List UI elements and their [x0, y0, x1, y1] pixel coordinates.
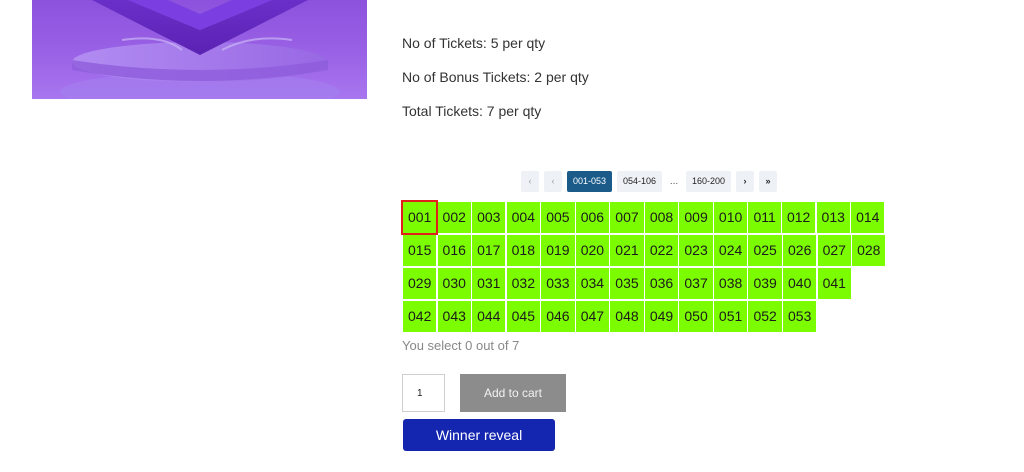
first-page-button[interactable]: ‹: [521, 171, 539, 192]
ticket-004[interactable]: 004: [506, 202, 540, 233]
selection-status: You select 0 out of 7: [402, 338, 520, 353]
page-range-054-106[interactable]: 054-106: [617, 171, 662, 192]
bonus-tickets-text: No of Bonus Tickets: 2 per qty: [402, 69, 589, 85]
ticket-023[interactable]: 023: [679, 235, 713, 266]
ticket-027[interactable]: 027: [817, 235, 851, 266]
product-graphic: [60, 0, 340, 99]
ticket-053[interactable]: 053: [783, 301, 817, 332]
ticket-047[interactable]: 047: [575, 301, 610, 332]
ticket-009[interactable]: 009: [679, 202, 713, 233]
ticket-048[interactable]: 048: [610, 301, 644, 332]
ticket-029[interactable]: 029: [403, 268, 437, 299]
ticket-008[interactable]: 008: [644, 202, 679, 233]
ticket-007[interactable]: 007: [610, 202, 644, 233]
ticket-010[interactable]: 010: [713, 202, 748, 233]
last-page-button[interactable]: »: [759, 171, 777, 192]
ticket-001[interactable]: 001: [400, 200, 439, 235]
ticket-036[interactable]: 036: [644, 268, 679, 299]
ticket-014[interactable]: 014: [851, 202, 885, 233]
ticket-031[interactable]: 031: [472, 268, 506, 299]
ticket-028[interactable]: 028: [852, 235, 886, 266]
ticket-018[interactable]: 018: [506, 235, 540, 266]
ticket-043[interactable]: 043: [437, 301, 471, 332]
ticket-025[interactable]: 025: [748, 235, 782, 266]
ticket-024[interactable]: 024: [713, 235, 748, 266]
ticket-020[interactable]: 020: [575, 235, 610, 266]
ticket-039[interactable]: 039: [748, 268, 782, 299]
ticket-038[interactable]: 038: [713, 268, 748, 299]
tickets-per-qty-text: No of Tickets: 5 per qty: [402, 35, 546, 51]
pagination-ellipsis: ...: [669, 176, 679, 187]
quantity-input[interactable]: [402, 374, 445, 412]
ticket-005[interactable]: 005: [541, 202, 575, 233]
product-image: [32, 0, 367, 99]
ticket-017[interactable]: 017: [472, 235, 506, 266]
total-tickets-text: Total Tickets: 7 per qty: [402, 103, 542, 119]
ticket-046[interactable]: 046: [541, 301, 575, 332]
ticket-026[interactable]: 026: [783, 235, 817, 266]
ticket-041[interactable]: 041: [817, 268, 851, 299]
ticket-012[interactable]: 012: [781, 202, 816, 233]
ticket-049[interactable]: 049: [644, 301, 679, 332]
winner-reveal-button[interactable]: Winner reveal: [403, 419, 555, 451]
page-range-160-200[interactable]: 160-200: [686, 171, 731, 192]
next-page-button[interactable]: ›: [736, 171, 754, 192]
prev-page-button[interactable]: ‹: [544, 171, 562, 192]
ticket-002[interactable]: 002: [437, 202, 471, 233]
ticket-045[interactable]: 045: [506, 301, 540, 332]
ticket-006[interactable]: 006: [575, 202, 610, 233]
ticket-033[interactable]: 033: [541, 268, 575, 299]
ticket-052[interactable]: 052: [748, 301, 782, 332]
add-to-cart-button[interactable]: Add to cart: [460, 374, 566, 412]
ticket-015[interactable]: 015: [403, 235, 437, 266]
ticket-032[interactable]: 032: [506, 268, 540, 299]
ticket-022[interactable]: 022: [644, 235, 679, 266]
ticket-013[interactable]: 013: [816, 202, 850, 233]
page-range-001-053[interactable]: 001-053: [567, 171, 612, 192]
ticket-021[interactable]: 021: [610, 235, 644, 266]
ticket-050[interactable]: 050: [679, 301, 713, 332]
ticket-016[interactable]: 016: [437, 235, 471, 266]
ticket-011[interactable]: 011: [748, 202, 781, 233]
ticket-grid: 001 002 003 004 005 006 007 008 009 010 011 012 013 0…: [400, 200, 903, 332]
ticket-044[interactable]: 044: [472, 301, 506, 332]
ticket-pagination: ‹ ‹ 001-053 054-106 ... 160-200 › »: [521, 171, 777, 192]
ticket-003[interactable]: 003: [472, 202, 506, 233]
ticket-051[interactable]: 051: [713, 301, 748, 332]
ticket-030[interactable]: 030: [437, 268, 471, 299]
ticket-019[interactable]: 019: [541, 235, 575, 266]
ticket-034[interactable]: 034: [575, 268, 610, 299]
ticket-035[interactable]: 035: [610, 268, 644, 299]
ticket-037[interactable]: 037: [679, 268, 713, 299]
ticket-040[interactable]: 040: [783, 268, 817, 299]
ticket-042[interactable]: 042: [403, 301, 437, 332]
